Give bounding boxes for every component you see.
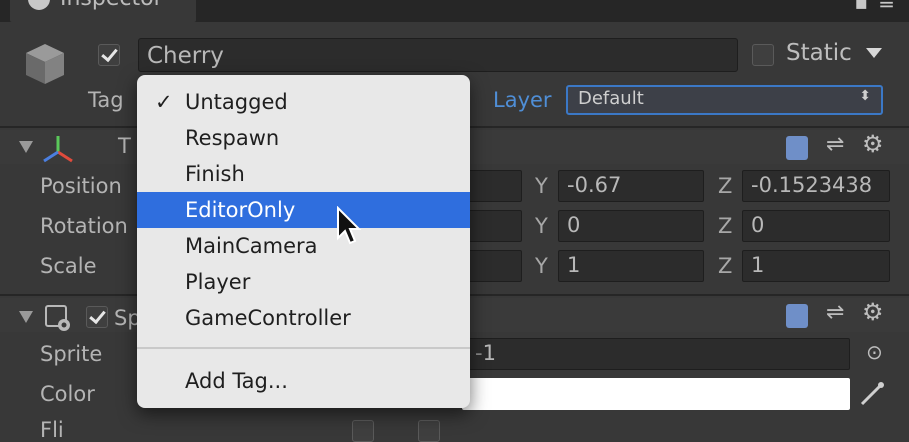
menu-item-gamecontroller[interactable]: GameController [137, 300, 470, 336]
gameobject-name-field[interactable]: Cherry [138, 38, 738, 72]
foldout-triangle-icon[interactable] [18, 310, 34, 324]
position-z-label: Z [718, 174, 733, 198]
menu-item-maincamera[interactable]: MainCamera [137, 228, 470, 264]
static-checkbox[interactable] [752, 44, 774, 66]
position-z-field[interactable]: -0.1523438 [742, 170, 890, 202]
menu-item-label: Respawn [185, 126, 280, 150]
menu-item-label: EditorOnly [185, 198, 296, 222]
position-x-field[interactable] [462, 170, 522, 202]
preset-icon[interactable]: ⇌ [826, 300, 844, 325]
sprite-label: Sprite [40, 342, 103, 366]
menu-item-label: MainCamera [185, 234, 318, 258]
layer-dropdown-value: Default [578, 88, 644, 109]
scale-z-label: Z [718, 254, 733, 278]
sprite-renderer-icon [45, 305, 70, 331]
inspector-tab-label: Inspector [60, 0, 163, 11]
static-dropdown-arrow-icon[interactable] [864, 46, 884, 60]
menu-separator [137, 347, 470, 349]
menu-item-finish[interactable]: Finish [137, 156, 470, 192]
scale-z-field[interactable]: 1 [742, 250, 890, 282]
checkmark-icon: ✓ [155, 90, 173, 114]
rotation-z-field[interactable]: 0 [742, 210, 890, 242]
layer-label: Layer [493, 88, 552, 112]
sprite-field[interactable]: -1 [462, 338, 850, 370]
color-swatch-field[interactable] [462, 378, 850, 410]
menu-item-label: Untagged [185, 90, 288, 114]
transform-title: T [118, 134, 131, 158]
sprite-field-value: 1 [482, 341, 496, 365]
position-label: Position [40, 174, 122, 198]
flip-label: Fli [40, 418, 64, 442]
layer-dropdown[interactable]: Default ⬍ [566, 85, 883, 115]
dropdown-arrows-icon: ⬍ [859, 88, 871, 104]
rotation-x-field[interactable] [462, 210, 522, 242]
menu-item-label: GameController [185, 306, 351, 330]
help-icon[interactable] [786, 136, 808, 160]
menu-item-player[interactable]: Player [137, 264, 470, 300]
scale-x-field[interactable] [462, 250, 522, 282]
help-icon[interactable] [786, 304, 808, 328]
rotation-z-label: Z [718, 214, 733, 238]
gear-icon[interactable]: ⚙ [862, 298, 884, 326]
menu-item-untagged[interactable]: ✓ Untagged [137, 84, 470, 120]
position-y-label: Y [535, 174, 548, 198]
tag-dropdown-menu: ✓ Untagged Respawn Finish EditorOnly Mai… [137, 75, 470, 408]
gameobject-cube-icon [26, 44, 64, 84]
foldout-triangle-icon[interactable] [18, 140, 34, 154]
menu-item-label: Add Tag... [185, 369, 288, 393]
menu-item-add-tag[interactable]: Add Tag... [137, 363, 470, 399]
panel-menu-icon[interactable]: ▪ ≡ [854, 0, 897, 14]
active-checkbox[interactable] [98, 44, 120, 66]
sprite-renderer-enabled-checkbox[interactable] [86, 306, 108, 328]
static-label: Static [786, 40, 852, 66]
menu-item-respawn[interactable]: Respawn [137, 120, 470, 156]
eyedropper-icon[interactable] [858, 380, 886, 408]
scale-y-label: Y [535, 254, 548, 278]
transform-axes-icon [43, 136, 73, 163]
rotation-y-field[interactable]: 0 [558, 210, 704, 242]
object-picker-icon[interactable]: ⊙ [866, 340, 883, 364]
menu-item-label: Player [185, 270, 251, 294]
scale-y-field[interactable]: 1 [558, 250, 704, 282]
tag-label: Tag [88, 88, 124, 112]
mouse-cursor-icon [337, 206, 362, 245]
rotation-y-label: Y [535, 214, 548, 238]
gear-icon[interactable]: ⚙ [862, 130, 884, 158]
menu-item-label: Finish [185, 162, 245, 186]
flip-y-checkbox[interactable] [418, 420, 440, 442]
rotation-label: Rotation [40, 214, 128, 238]
menu-item-editoronly[interactable]: EditorOnly [137, 192, 470, 228]
preset-icon[interactable]: ⇌ [826, 132, 844, 157]
position-y-field[interactable]: -0.67 [558, 170, 704, 202]
flip-x-checkbox[interactable] [352, 420, 374, 442]
color-label: Color [40, 382, 95, 406]
scale-label: Scale [40, 254, 97, 278]
